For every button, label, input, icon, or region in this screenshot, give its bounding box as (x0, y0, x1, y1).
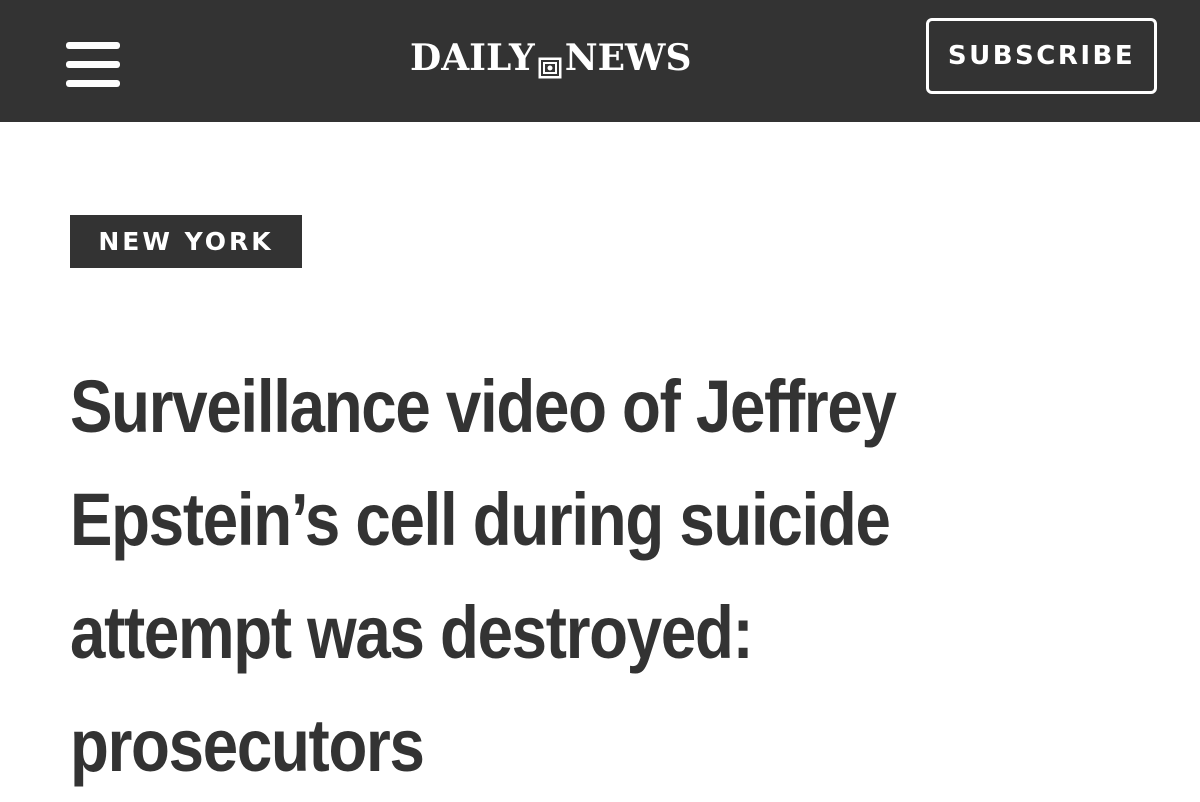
logo-word-news: NEWS (564, 37, 692, 79)
hamburger-menu-button[interactable] (66, 40, 122, 90)
article-headline: Surveillance video of Jeffrey Epstein’s … (70, 350, 982, 802)
camera-emblem-icon (538, 46, 562, 79)
site-header: DAILY NEWS SUBSCRIBE (0, 0, 1200, 122)
headline-line: prosecutors (70, 704, 425, 787)
section-tag-new-york[interactable]: NEW YORK (70, 215, 302, 268)
hamburger-menu-icon (66, 42, 120, 49)
headline-line: Epstein’s cell during suicide (70, 478, 891, 561)
hamburger-menu-icon-bar (66, 61, 120, 68)
daily-news-logo[interactable]: DAILY NEWS (410, 37, 692, 79)
headline-line: attempt was destroyed: (70, 591, 754, 674)
hamburger-menu-icon-bar (66, 80, 120, 87)
logo-word-daily: DAILY (410, 37, 535, 79)
headline-line: Surveillance video of Jeffrey (70, 365, 897, 448)
subscribe-button[interactable]: SUBSCRIBE (926, 18, 1157, 94)
